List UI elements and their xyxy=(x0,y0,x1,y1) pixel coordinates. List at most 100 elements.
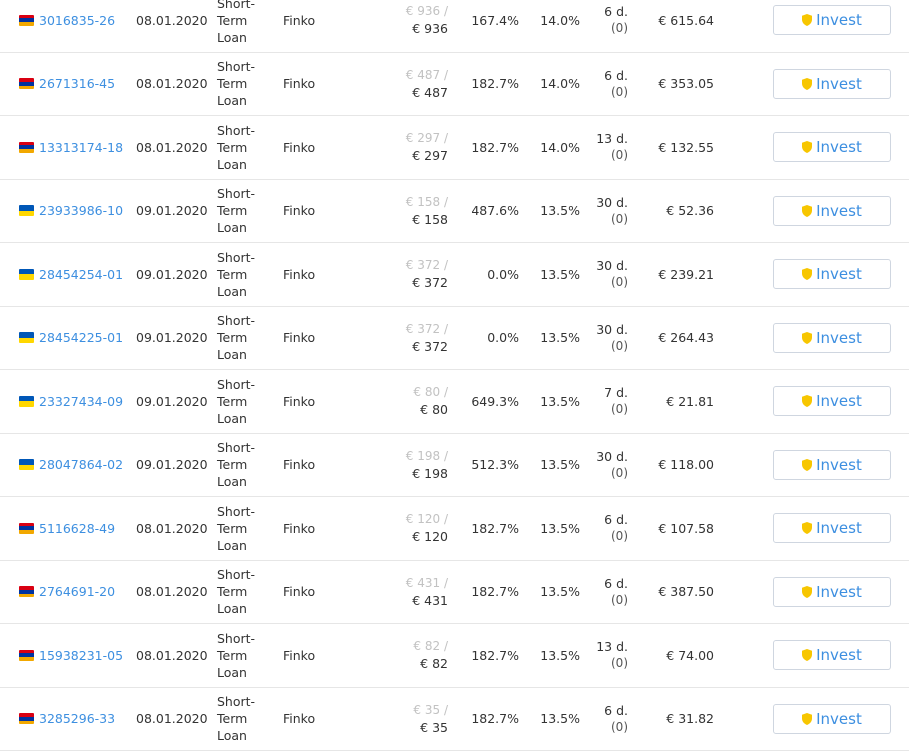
loan-originator: Finko xyxy=(283,457,316,473)
loan-id-link[interactable]: 13313174-18 xyxy=(39,140,123,155)
amount-total: € 82 xyxy=(420,656,448,672)
loan-id-link[interactable]: 2764691-20 xyxy=(39,584,115,599)
invest-button[interactable]: Invest xyxy=(773,5,891,36)
loan-id-link[interactable]: 15938231-05 xyxy=(39,648,123,663)
amount-total: € 158 xyxy=(412,211,448,227)
loans-table: 3016835-26 08.01.2020 Short- Term Loan F… xyxy=(0,0,909,751)
amount-available: € 372 / xyxy=(405,258,448,273)
available-for-investment: € 74.00 xyxy=(666,647,714,663)
amount-total: € 372 xyxy=(412,338,448,354)
amount-available: € 431 / xyxy=(405,575,448,590)
loan-originator: Finko xyxy=(283,203,316,219)
shield-icon xyxy=(802,14,813,27)
loan-type: Short- Term Loan xyxy=(217,249,256,299)
available-for-investment: € 387.50 xyxy=(658,584,714,600)
invest-label: Invest xyxy=(816,201,862,220)
invest-label: Invest xyxy=(816,328,862,347)
shield-icon xyxy=(802,331,813,344)
invest-button[interactable]: Invest xyxy=(773,449,891,480)
loan-amount: € 120 / € 120 xyxy=(370,497,448,560)
term-days: 13 d. xyxy=(596,639,628,655)
invest-button[interactable]: Invest xyxy=(773,640,891,671)
amount-available: € 80 / xyxy=(413,385,448,400)
loan-id-link[interactable]: 2671316-45 xyxy=(39,76,115,91)
loan-term: 7 d. (0) xyxy=(580,370,628,433)
amount-total: € 487 xyxy=(412,84,448,100)
term-extensions: (0) xyxy=(611,275,628,290)
loan-id-link[interactable]: 23327434-09 xyxy=(39,394,123,409)
ukraine-flag-icon xyxy=(19,205,34,217)
loan-originator: Finko xyxy=(283,647,316,663)
invest-cell: Invest xyxy=(772,497,892,560)
term-days: 7 d. xyxy=(604,385,628,401)
invest-button[interactable]: Invest xyxy=(773,195,891,226)
loan-originator: Finko xyxy=(283,12,316,28)
issue-date: 08.01.2020 xyxy=(136,584,208,600)
invest-button[interactable]: Invest xyxy=(773,68,891,99)
available-for-investment: € 615.64 xyxy=(658,12,714,28)
ukraine-flag-icon xyxy=(19,332,34,344)
loan-id-link[interactable]: 3285296-33 xyxy=(39,711,115,726)
invest-cell: Invest xyxy=(772,370,892,433)
invest-button[interactable]: Invest xyxy=(773,132,891,163)
amount-total: € 35 xyxy=(420,719,448,735)
table-row: 28454225-01 09.01.2020 Short- Term Loan … xyxy=(0,307,909,370)
armenia-flag-icon xyxy=(19,586,34,598)
loan-id-cell: 2764691-20 xyxy=(19,561,129,624)
table-row: 23327434-09 09.01.2020 Short- Term Loan … xyxy=(0,370,909,434)
available-for-investment: € 52.36 xyxy=(666,203,714,219)
available-for-investment: € 118.00 xyxy=(658,457,714,473)
loan-amount: € 372 / € 372 xyxy=(370,307,448,370)
loan-id-link[interactable]: 23933986-10 xyxy=(39,203,123,218)
term-days: 30 d. xyxy=(596,194,628,210)
issue-date: 09.01.2020 xyxy=(136,457,208,473)
loan-id-cell: 23933986-10 xyxy=(19,180,129,243)
invest-cell: Invest xyxy=(772,624,892,687)
loan-id-link[interactable]: 5116628-49 xyxy=(39,521,115,536)
amount-available: € 35 / xyxy=(413,702,448,717)
loan-originator: Finko xyxy=(283,330,316,346)
loan-id-link[interactable]: 28454225-01 xyxy=(39,330,123,345)
invest-button[interactable]: Invest xyxy=(773,386,891,417)
loan-id-cell: 28047864-02 xyxy=(19,434,129,497)
loan-id-cell: 5116628-49 xyxy=(19,497,129,560)
loan-id-cell: 3016835-26 xyxy=(19,0,129,52)
term-extensions: (0) xyxy=(611,148,628,163)
interest-rate: 14.0% xyxy=(540,12,580,28)
loan-amount: € 487 / € 487 xyxy=(370,53,448,116)
term-days: 6 d. xyxy=(604,575,628,591)
term-extensions: (0) xyxy=(611,338,628,353)
loan-type: Short- Term Loan xyxy=(217,503,256,553)
invest-cell: Invest xyxy=(772,0,892,52)
amount-total: € 198 xyxy=(412,465,448,481)
shield-icon xyxy=(802,395,813,408)
invest-label: Invest xyxy=(816,11,862,30)
loan-interest: 487.6% xyxy=(471,203,519,219)
amount-available: € 82 / xyxy=(413,639,448,654)
table-row: 2764691-20 08.01.2020 Short- Term Loan F… xyxy=(0,561,909,624)
invest-button[interactable]: Invest xyxy=(773,576,891,607)
issue-date: 09.01.2020 xyxy=(136,330,208,346)
loan-amount: € 35 / € 35 xyxy=(370,688,448,751)
invest-button[interactable]: Invest xyxy=(773,259,891,290)
shield-icon xyxy=(802,77,813,90)
amount-available: € 487 / xyxy=(405,67,448,82)
ukraine-flag-icon xyxy=(19,395,34,407)
interest-rate: 13.5% xyxy=(540,330,580,346)
loan-interest: 167.4% xyxy=(471,12,519,28)
loan-id-link[interactable]: 3016835-26 xyxy=(39,13,115,28)
invest-cell: Invest xyxy=(772,180,892,243)
invest-button[interactable]: Invest xyxy=(773,322,891,353)
loan-originator: Finko xyxy=(283,584,316,600)
invest-button[interactable]: Invest xyxy=(773,513,891,544)
loan-amount: € 936 / € 936 xyxy=(370,0,448,52)
invest-button[interactable]: Invest xyxy=(773,703,891,734)
loan-id-link[interactable]: 28454254-01 xyxy=(39,267,123,282)
available-for-investment: € 31.82 xyxy=(666,711,714,727)
loan-amount: € 158 / € 158 xyxy=(370,180,448,243)
loan-type: Short- Term Loan xyxy=(217,313,256,363)
loan-originator: Finko xyxy=(283,139,316,155)
loan-id-cell: 23327434-09 xyxy=(19,370,129,433)
term-extensions: (0) xyxy=(611,592,628,607)
loan-id-link[interactable]: 28047864-02 xyxy=(39,457,123,472)
